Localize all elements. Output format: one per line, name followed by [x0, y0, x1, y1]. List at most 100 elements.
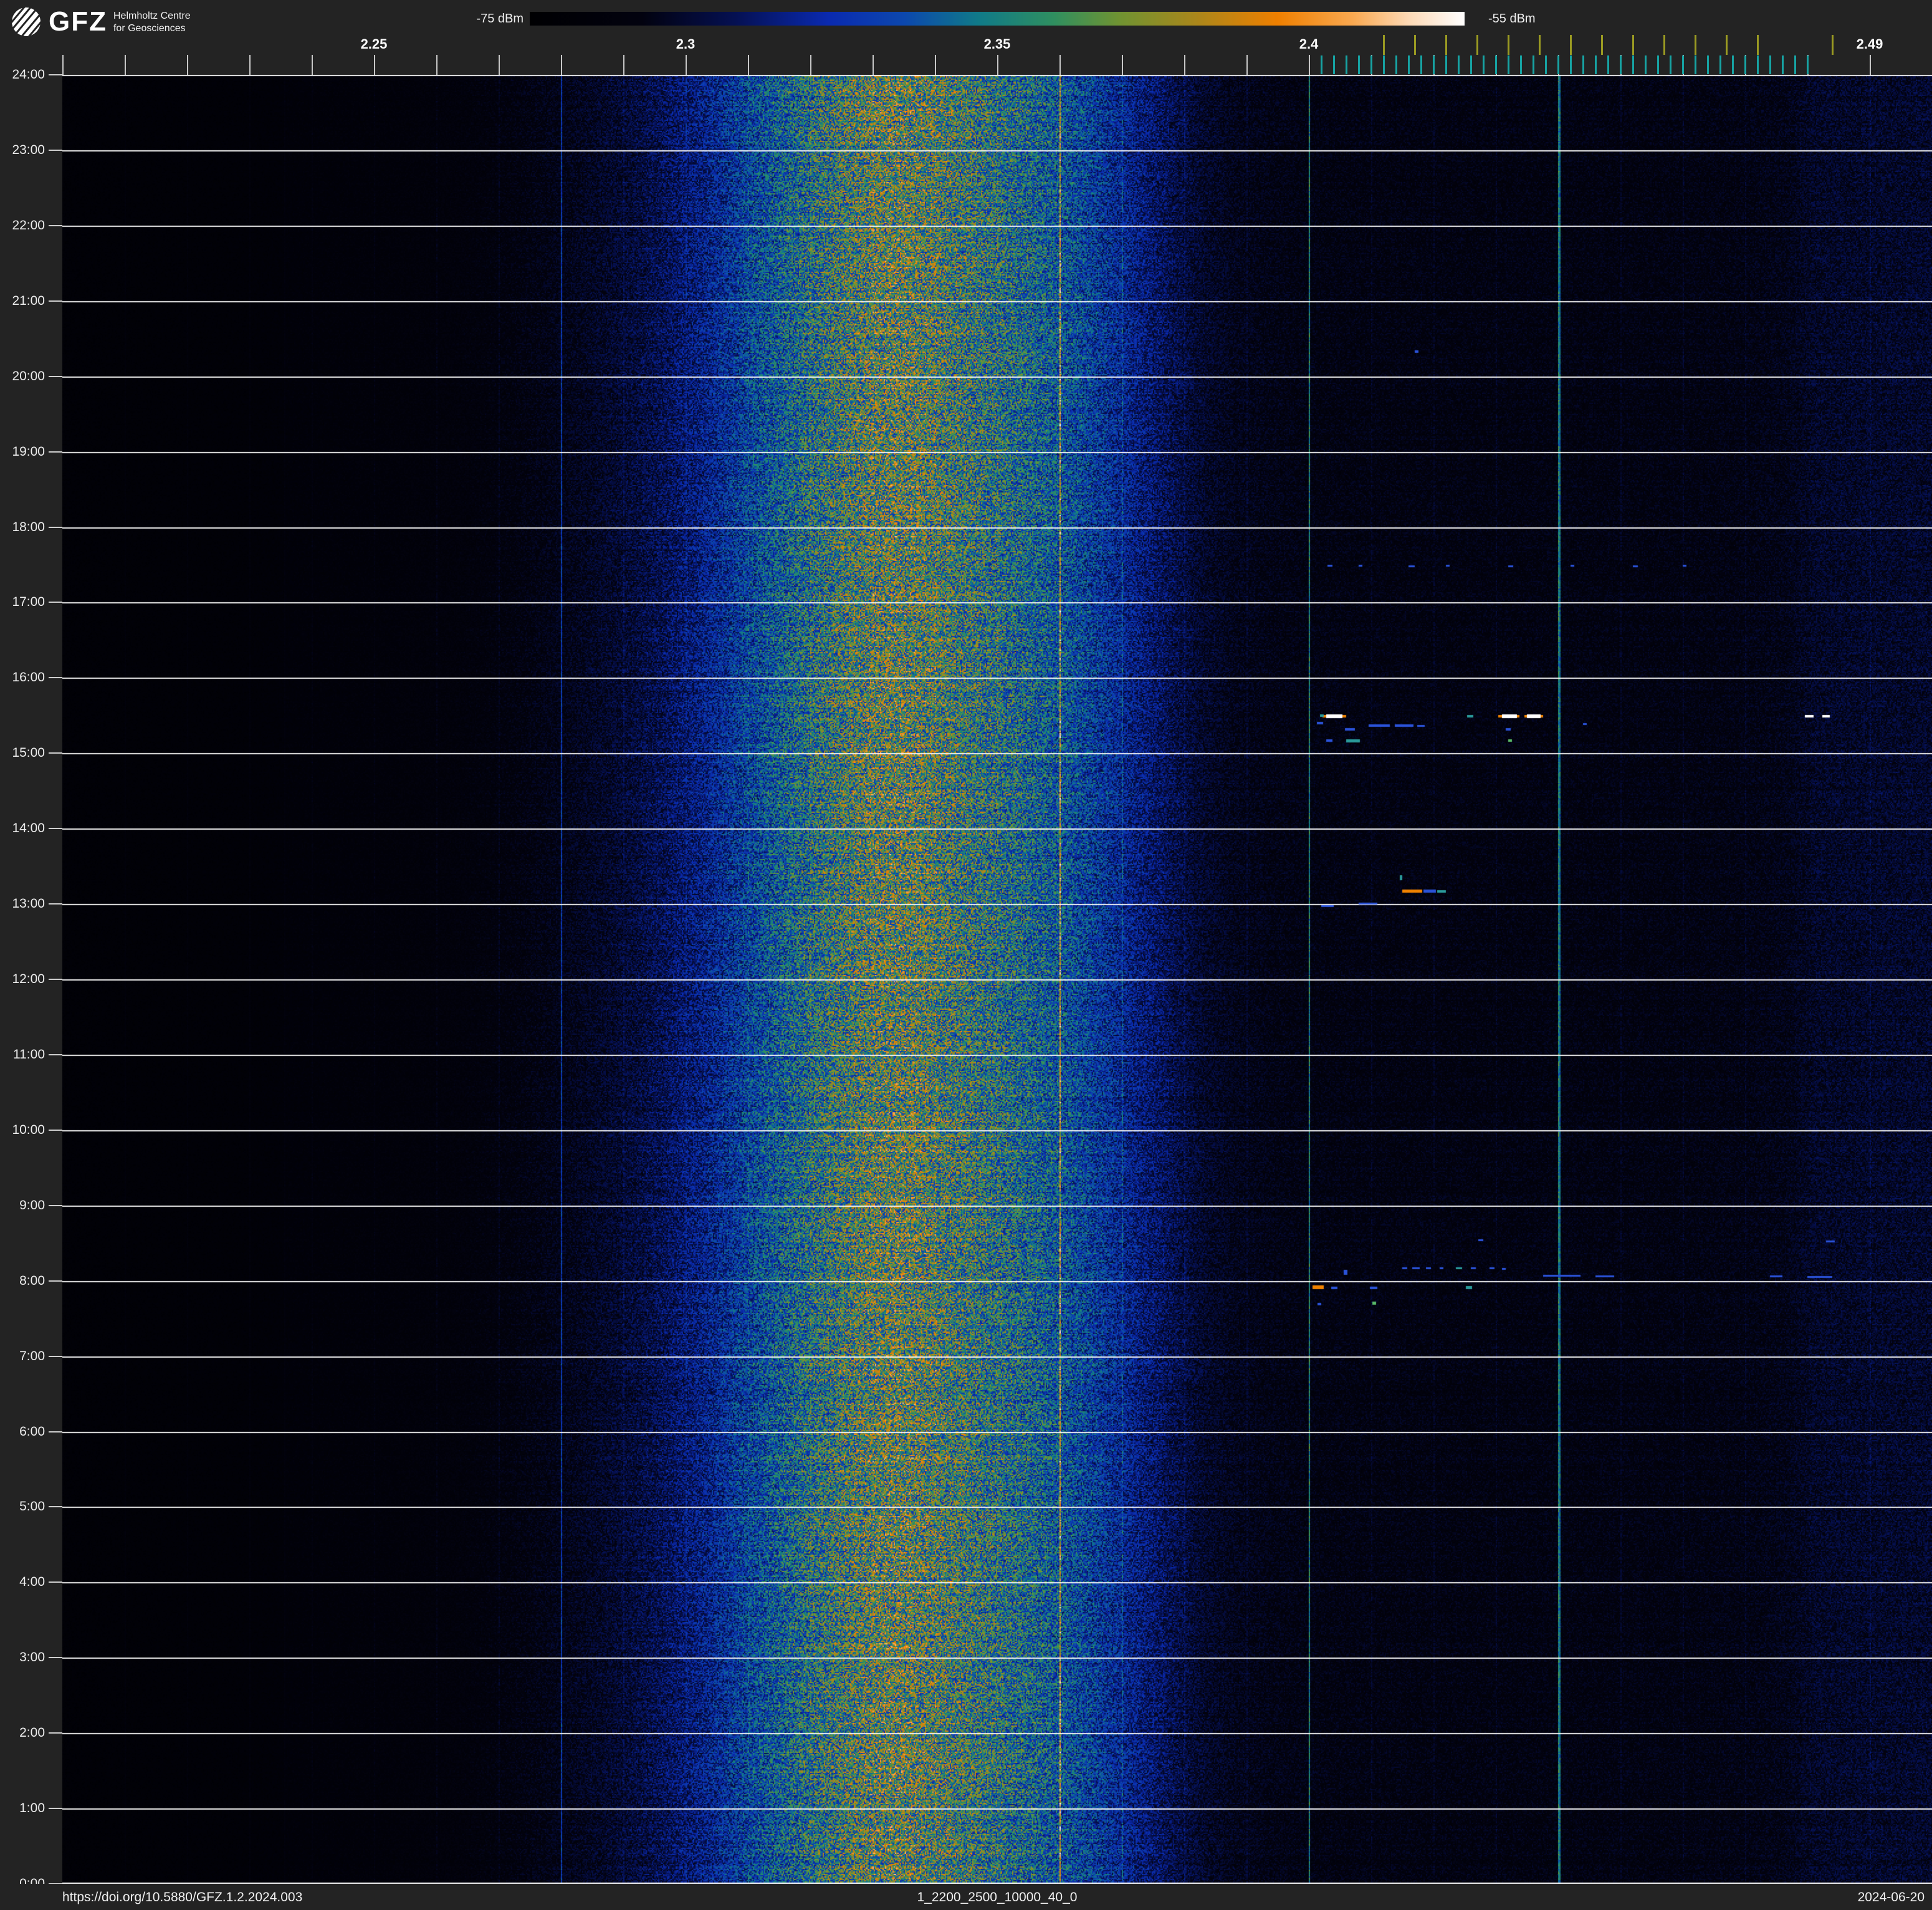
time-label: 22:00	[0, 218, 45, 233]
ble-channel-tick	[1607, 55, 1609, 74]
freq-tick	[62, 55, 64, 75]
freq-tick	[249, 55, 251, 75]
wifi-channel-tick	[1695, 35, 1696, 55]
time-tick	[49, 451, 62, 453]
time-label: 16:00	[0, 670, 45, 685]
freq-tick	[748, 55, 749, 75]
time-label: 14:00	[0, 821, 45, 836]
ble-channel-tick	[1533, 55, 1534, 74]
ble-channel-tick	[1632, 55, 1634, 74]
time-label: 11:00	[0, 1047, 45, 1062]
time-label: 7:00	[0, 1349, 45, 1364]
ble-channel-tick	[1395, 55, 1397, 74]
ble-channel-tick	[1333, 55, 1335, 74]
wifi-channel-tick	[1663, 35, 1665, 55]
time-label: 6:00	[0, 1424, 45, 1439]
ble-channel-tick	[1495, 55, 1497, 74]
ble-channel-tick	[1595, 55, 1597, 74]
ble-channel-tick	[1321, 55, 1322, 74]
ble-channel-tick	[1557, 55, 1559, 74]
freq-tick	[623, 55, 624, 75]
time-label: 13:00	[0, 896, 45, 911]
time-label: 20:00	[0, 369, 45, 384]
time-label: 9:00	[0, 1198, 45, 1213]
freq-tick	[1184, 55, 1185, 75]
ble-channel-tick	[1408, 55, 1410, 74]
time-label: 5:00	[0, 1499, 45, 1514]
date-text: 2024-06-20	[1858, 1884, 1925, 1910]
ble-channel-tick	[1520, 55, 1522, 74]
ble-channel-tick	[1433, 55, 1435, 74]
ble-channel-tick	[1508, 55, 1509, 74]
ble-channel-tick	[1707, 55, 1709, 74]
time-label: 17:00	[0, 595, 45, 610]
freq-axis: 2.25 2.3 2.35 2.4 2.49	[0, 0, 1932, 75]
time-tick	[49, 1054, 62, 1055]
ble-channel-tick	[1719, 55, 1721, 74]
time-tick	[49, 1581, 62, 1583]
time-label: 3:00	[0, 1650, 45, 1665]
freq-tick	[1309, 55, 1310, 75]
ble-channel-tick	[1794, 55, 1796, 74]
time-tick	[49, 225, 62, 226]
wifi-channel-tick	[1445, 35, 1447, 55]
ble-channel-tick	[1420, 55, 1422, 74]
time-label: 1:00	[0, 1801, 45, 1816]
ble-channel-tick	[1545, 55, 1547, 74]
spectrogram-canvas	[62, 75, 1932, 1884]
freq-tick	[873, 55, 874, 75]
ble-channel-tick	[1744, 55, 1746, 74]
freq-tick	[436, 55, 438, 75]
wifi-channel-tick	[1414, 35, 1416, 55]
time-label: 4:00	[0, 1575, 45, 1590]
freq-tick	[1870, 55, 1871, 75]
ble-channel-tick	[1732, 55, 1734, 74]
time-label: 2:00	[0, 1725, 45, 1740]
time-tick	[49, 1130, 62, 1131]
time-axis: 24:00 23:00 22:00 21:00 20:00 19:00 18:00 17:00…	[0, 0, 62, 1910]
freq-tick	[312, 55, 313, 75]
time-tick	[49, 979, 62, 980]
freq-tick	[935, 55, 936, 75]
time-tick	[49, 602, 62, 603]
time-label: 8:00	[0, 1274, 45, 1289]
time-label: 12:00	[0, 972, 45, 987]
wifi-channel-tick	[1601, 35, 1603, 55]
time-tick	[49, 1506, 62, 1507]
time-tick	[49, 677, 62, 678]
time-tick	[49, 1657, 62, 1658]
ble-channel-tick	[1645, 55, 1647, 74]
time-tick	[49, 828, 62, 829]
time-label: 10:00	[0, 1123, 45, 1138]
footer: https://doi.org/10.5880/GFZ.1.2.2024.003…	[0, 1884, 1932, 1910]
time-label: 19:00	[0, 444, 45, 459]
filename-text: 1_2200_2500_10000_40_0	[62, 1884, 1932, 1910]
wifi-channel-tick	[1832, 35, 1834, 55]
ble-channel-tick	[1370, 55, 1372, 74]
wifi-channel-tick	[1632, 35, 1634, 55]
freq-tick	[810, 55, 811, 75]
time-tick	[49, 1280, 62, 1282]
freq-tick	[1246, 55, 1248, 75]
ble-channel-tick	[1470, 55, 1472, 74]
ble-channel-tick	[1620, 55, 1622, 74]
ble-channel-tick	[1769, 55, 1771, 74]
wifi-channel-tick	[1570, 35, 1572, 55]
time-tick	[49, 150, 62, 151]
freq-tick	[125, 55, 126, 75]
ble-channel-tick	[1358, 55, 1360, 74]
wifi-channel-tick	[1383, 35, 1385, 55]
wifi-channel-tick	[1757, 35, 1759, 55]
wifi-channel-tick	[1508, 35, 1509, 55]
wifi-channel-tick	[1476, 35, 1478, 55]
ble-channel-tick	[1458, 55, 1460, 74]
freq-tick	[1059, 55, 1061, 75]
time-tick	[49, 1205, 62, 1206]
freq-tick	[997, 55, 998, 75]
header: GFZ Helmholtz Centre for Geosciences -75…	[0, 0, 1932, 75]
time-label: 23:00	[0, 143, 45, 158]
ble-channel-tick	[1670, 55, 1671, 74]
freq-tick-label: 2.3	[676, 36, 696, 52]
wifi-channel-tick	[1726, 35, 1728, 55]
ble-channel-tick	[1757, 55, 1759, 74]
